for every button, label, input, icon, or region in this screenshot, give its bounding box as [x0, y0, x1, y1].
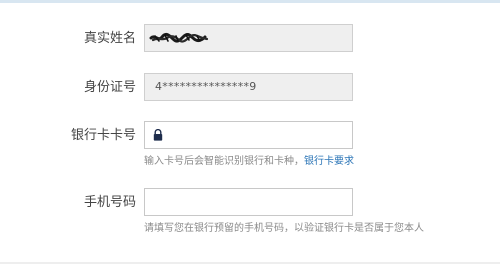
- real-name-field: [144, 24, 353, 52]
- id-number-label: 身份证号: [83, 80, 136, 95]
- bank-card-hint-text: 输入卡号后会智能识别银行和卡种，: [144, 156, 304, 167]
- bank-card-label: 银行卡卡号: [70, 128, 136, 143]
- phone-hint: 请填写您在银行预留的手机号码，以验证银行卡是否属于您本人: [144, 223, 424, 234]
- masked-name-scribble: [149, 32, 209, 43]
- real-name-label: 真实姓名: [83, 31, 136, 46]
- lock-icon: [153, 129, 163, 141]
- id-number-field: 4***************9: [144, 73, 353, 101]
- bank-card-hint: 输入卡号后会智能识别银行和卡种，银行卡要求: [144, 155, 354, 168]
- phone-label: 手机号码: [83, 195, 136, 210]
- bank-card-verification-form: 真实姓名 身份证号 4***************9 银行卡卡号 输入卡号后会…: [0, 0, 500, 264]
- bank-card-requirements-link[interactable]: 银行卡要求: [304, 156, 354, 167]
- top-divider: [0, 0, 500, 3]
- bank-card-input[interactable]: [144, 121, 353, 149]
- phone-input[interactable]: [144, 188, 353, 216]
